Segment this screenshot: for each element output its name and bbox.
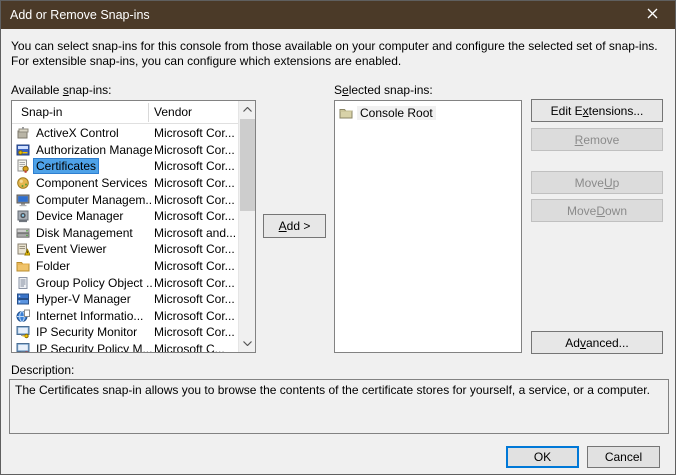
list-column-header: Snap-in Vendor bbox=[12, 101, 255, 124]
ip-security-policy-icon bbox=[16, 342, 30, 352]
description-label: Description: bbox=[11, 363, 74, 377]
snapin-vendor: Microsoft Cor... bbox=[154, 242, 235, 256]
snapin-name: Certificates bbox=[34, 159, 98, 173]
available-snapins-rows: ActiveX ControlMicrosoft Cor...Authoriza… bbox=[12, 125, 238, 352]
ok-button[interactable]: OK bbox=[506, 446, 579, 468]
snapin-vendor: Microsoft Cor... bbox=[154, 309, 235, 323]
snapin-row[interactable]: Device Manager Microsoft Cor... bbox=[12, 208, 238, 225]
snapin-name: Component Services bbox=[34, 176, 149, 190]
snapin-row[interactable]: Disk Management Microsoft and... bbox=[12, 225, 238, 242]
scrollbar-thumb[interactable] bbox=[240, 119, 255, 211]
column-header-snapin[interactable]: Snap-in bbox=[21, 105, 62, 119]
selected-snapins-list[interactable]: Console Root bbox=[334, 100, 522, 353]
close-button[interactable] bbox=[630, 1, 675, 29]
snapin-vendor: Microsoft Cor... bbox=[154, 325, 235, 339]
folder-icon bbox=[16, 259, 30, 273]
snapin-row[interactable]: Internet Informatio... Microsoft Cor... bbox=[12, 308, 238, 325]
move-up-button[interactable]: Move Up bbox=[531, 171, 663, 194]
snapin-name: Event Viewer bbox=[34, 242, 108, 256]
snapin-row[interactable]: Authorization ManagerMicrosoft Cor... bbox=[12, 142, 238, 159]
snapin-name: ActiveX Control bbox=[34, 126, 121, 140]
snapin-name: Group Policy Object ... bbox=[34, 276, 152, 290]
snapin-vendor: Microsoft and... bbox=[154, 226, 236, 240]
selected-snapins-label: Selected snap-ins: bbox=[334, 83, 433, 97]
snapin-name: Disk Management bbox=[34, 226, 135, 240]
snapin-vendor: Microsoft Cor... bbox=[154, 176, 235, 190]
snapin-name: Hyper-V Manager bbox=[34, 292, 133, 306]
column-divider[interactable] bbox=[148, 103, 149, 122]
disk-management-icon bbox=[16, 226, 30, 240]
authorization-manager-icon bbox=[16, 143, 30, 157]
snapin-row[interactable]: Computer Managem...Microsoft Cor... bbox=[12, 191, 238, 208]
available-snapins-list[interactable]: Snap-in Vendor ActiveX Control Microsoft … bbox=[11, 100, 256, 353]
snapin-vendor: Microsoft Cor... bbox=[154, 193, 235, 207]
intro-text: You can select snap-ins for this console… bbox=[11, 39, 667, 69]
computer-management-icon bbox=[16, 193, 30, 207]
title-bar: Add or Remove Snap-ins bbox=[1, 1, 675, 29]
snapin-row[interactable]: IP Security Policy M...Microsoft C... bbox=[12, 341, 238, 352]
snapin-vendor: Microsoft Cor... bbox=[154, 126, 235, 140]
snapin-row[interactable]: Component Services Microsoft Cor... bbox=[12, 175, 238, 192]
snapin-vendor: Microsoft Cor... bbox=[154, 292, 235, 306]
snapin-row[interactable]: Group Policy Object ...Microsoft Cor... bbox=[12, 274, 238, 291]
advanced-button[interactable]: Advanced... bbox=[531, 331, 663, 354]
snapin-name: IP Security Monitor bbox=[34, 325, 139, 339]
description-box: The Certificates snap-in allows you to b… bbox=[9, 379, 669, 434]
snapin-row[interactable]: Folder Microsoft Cor... bbox=[12, 258, 238, 275]
scroll-up-icon[interactable] bbox=[239, 101, 256, 118]
snapin-row[interactable]: ActiveX Control Microsoft Cor... bbox=[12, 125, 238, 142]
scroll-down-icon[interactable] bbox=[239, 335, 256, 352]
snapin-name: IP Security Policy M... bbox=[34, 342, 152, 352]
selected-snapin-name: Console Root bbox=[357, 106, 436, 120]
certificates-icon bbox=[16, 159, 30, 173]
snapin-row[interactable]: IP Security Monitor Microsoft Cor... bbox=[12, 324, 238, 341]
snapin-vendor: Microsoft Cor... bbox=[154, 159, 235, 173]
edit-extensions-button[interactable]: Edit Extensions... bbox=[531, 99, 663, 122]
snapin-row[interactable]: Hyper-V Manager Microsoft Cor... bbox=[12, 291, 238, 308]
vertical-scrollbar[interactable] bbox=[238, 101, 255, 352]
close-icon bbox=[647, 8, 658, 22]
component-services-icon bbox=[16, 176, 30, 190]
snapin-row[interactable]: Certificates Microsoft Cor... bbox=[12, 158, 238, 175]
window-title: Add or Remove Snap-ins bbox=[10, 8, 150, 22]
remove-button[interactable]: Remove bbox=[531, 128, 663, 151]
cancel-button[interactable]: Cancel bbox=[587, 446, 660, 468]
activex-control-icon bbox=[16, 126, 30, 140]
snapin-vendor: Microsoft Cor... bbox=[154, 143, 235, 157]
snapin-name: Computer Managem... bbox=[34, 193, 152, 207]
hyperv-manager-icon bbox=[16, 292, 30, 306]
snapin-name: Authorization Manager bbox=[34, 143, 152, 157]
move-down-button[interactable]: Move Down bbox=[531, 199, 663, 222]
selected-snapin-row[interactable]: Console Root bbox=[335, 104, 521, 122]
available-snapins-label: Available snap-ins: bbox=[11, 83, 112, 97]
snapin-vendor: Microsoft Cor... bbox=[154, 209, 235, 223]
snapin-vendor: Microsoft C... bbox=[154, 342, 225, 352]
add-remove-snapins-dialog: Add or Remove Snap-ins You can select sn… bbox=[0, 0, 676, 475]
group-policy-object-icon bbox=[16, 276, 30, 290]
add-button[interactable]: Add > bbox=[263, 214, 326, 238]
snapin-vendor: Microsoft Cor... bbox=[154, 259, 235, 273]
snapin-name: Folder bbox=[34, 259, 72, 273]
column-header-vendor[interactable]: Vendor bbox=[154, 105, 192, 119]
device-manager-icon bbox=[16, 209, 30, 223]
internet-information-icon bbox=[16, 309, 30, 323]
snapin-row[interactable]: Event Viewer Microsoft Cor... bbox=[12, 241, 238, 258]
console-root-icon bbox=[339, 106, 353, 120]
event-viewer-icon bbox=[16, 242, 30, 256]
snapin-name: Device Manager bbox=[34, 209, 125, 223]
snapin-vendor: Microsoft Cor... bbox=[154, 276, 235, 290]
snapin-name: Internet Informatio... bbox=[34, 309, 145, 323]
ip-security-monitor-icon bbox=[16, 325, 30, 339]
